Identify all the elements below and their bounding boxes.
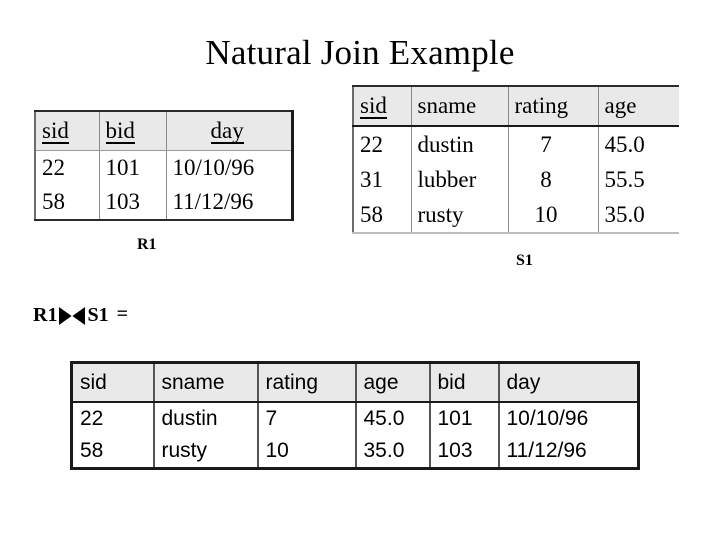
cell-age: 45.0 [355,402,431,435]
join-expression: R1 S1 = [33,303,128,326]
column-header-sid: sid [35,111,100,151]
column-header-bid: bid [429,362,500,403]
cell-sid: 58 [353,197,412,233]
column-header-label: sid [42,117,69,145]
cell-sid: 22 [71,402,155,435]
column-header-day: day [166,111,292,151]
cell-age: 35.0 [355,435,431,469]
table-s1: sid sname rating age 22 dustin 7 45.0 31… [352,85,679,234]
cell-sname: lubber [411,162,509,197]
cell-day: 11/12/96 [166,185,292,220]
table-r1: sid bid day 22 101 10/10/96 58 103 11/12… [34,110,294,221]
cell-bid: 101 [99,150,167,185]
column-header-day: day [498,362,639,403]
cell-rating: 10 [257,435,357,469]
cell-rating: 7 [257,402,357,435]
cell-bid: 103 [99,185,167,220]
column-header-label: day [210,117,244,145]
table-row: 22 dustin 7 45.0 [353,126,679,162]
column-header-label: sid [360,92,387,120]
column-header-rating: rating [257,362,357,403]
cell-rating: 10 [508,197,599,233]
column-header-rating: rating [508,86,599,127]
table-row: 22 dustin 7 45.0 101 10/10/96 [71,402,639,435]
cell-age: 45.0 [598,126,679,162]
column-header-age: age [598,86,679,127]
table-caption-s1: S1 [516,252,533,269]
table-row: 31 lubber 8 55.5 [353,162,679,197]
table-header-row: sid sname rating age [353,86,679,127]
table-row: 58 103 11/12/96 [35,185,292,220]
column-header-label: age [604,93,637,118]
cell-rating: 7 [508,126,599,162]
column-header-label: bid [105,117,135,145]
cell-sname: dustin [411,126,509,162]
cell-sid: 58 [35,185,100,220]
cell-age: 35.0 [598,197,679,233]
column-header-sname: sname [153,362,259,403]
cell-day: 11/12/96 [498,435,639,469]
column-header-sid: sid [71,362,155,403]
cell-sname: dustin [153,402,259,435]
cell-day: 10/10/96 [498,402,639,435]
cell-sid: 31 [353,162,412,197]
page-title: Natural Join Example [205,33,515,72]
table-row: 58 rusty 10 35.0 [353,197,679,233]
table-join-result: sid sname rating age bid day 22 dustin 7… [70,361,640,470]
expression-equals-sign: = [116,303,128,325]
table-header-row: sid sname rating age bid day [71,362,639,403]
expression-right-operand: S1 [87,303,109,326]
cell-sid: 58 [71,435,155,469]
column-header-age: age [355,362,431,403]
cell-bid: 103 [429,435,500,469]
table-caption-r1: R1 [137,236,157,253]
table-row: 58 rusty 10 35.0 103 11/12/96 [71,435,639,469]
natural-join-bowtie-icon [58,306,86,326]
column-header-sid: sid [353,86,412,127]
column-header-sname: sname [411,86,509,127]
cell-day: 10/10/96 [166,150,292,185]
cell-age: 55.5 [598,162,679,197]
cell-bid: 101 [429,402,500,435]
column-header-bid: bid [99,111,167,151]
cell-sname: rusty [153,435,259,469]
cell-sname: rusty [411,197,509,233]
cell-sid: 22 [353,126,412,162]
table-header-row: sid bid day [35,111,292,151]
column-header-label: sname [417,93,477,118]
expression-left-operand: R1 [33,303,58,326]
column-header-label: rating [514,93,569,118]
table-row: 22 101 10/10/96 [35,150,292,185]
cell-rating: 8 [508,162,599,197]
cell-sid: 22 [35,150,100,185]
